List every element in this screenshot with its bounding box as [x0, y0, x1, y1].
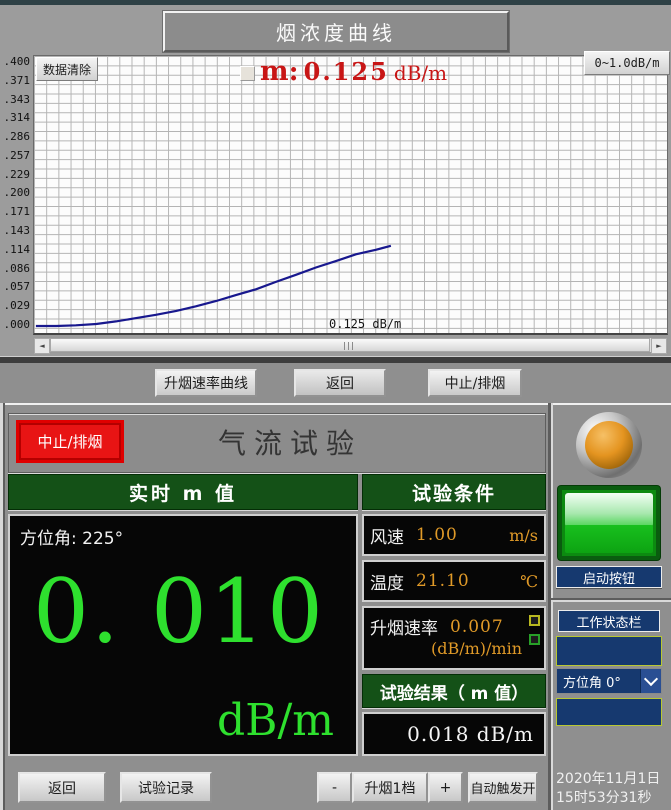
y-tick-label: .229 — [0, 168, 30, 182]
temperature-unit: ℃ — [520, 572, 538, 591]
start-button-base — [565, 525, 653, 553]
chart-title: 烟浓度曲线 — [163, 11, 509, 52]
result-box: 0.018 dB/m — [362, 712, 546, 756]
legend-chip-icon — [240, 66, 255, 81]
y-tick-label: .086 — [0, 262, 30, 276]
conditions-header: 试验条件 — [362, 474, 546, 510]
chart-plot-area: 0.125 dB/m — [33, 55, 668, 335]
y-tick-label: .200 — [0, 186, 30, 200]
return-button-top[interactable]: 返回 — [294, 369, 386, 397]
y-tick-label: .343 — [0, 93, 30, 107]
return-button-bottom[interactable]: 返回 — [18, 772, 106, 803]
status-lamp-icon — [585, 421, 633, 469]
start-button[interactable] — [558, 486, 660, 560]
start-button-gloss — [565, 493, 653, 527]
chevron-down-icon[interactable] — [640, 669, 661, 693]
wind-speed-unit: m/s — [509, 526, 538, 545]
m-unit: dB/m — [394, 61, 447, 85]
y-tick-label: .371 — [0, 74, 30, 88]
current-m-readout: m: 0.125 dB/m — [260, 56, 447, 87]
indicator-square-yellow-icon — [529, 615, 540, 626]
y-tick-label: .314 — [0, 111, 30, 125]
status-bar-label: 工作状态栏 — [558, 610, 660, 632]
y-tick-label: .057 — [0, 280, 30, 294]
time-text: 15时53分31秒 — [556, 789, 668, 808]
status-lamp-ring — [576, 412, 642, 478]
rise-rate-label: 升烟速率 — [370, 614, 438, 639]
realtime-m-header: 实时 m 值 — [8, 474, 358, 510]
curve-annotation: 0.125 dB/m — [329, 317, 401, 331]
y-tick-label: .400 — [0, 55, 30, 69]
status-box-1 — [556, 636, 662, 666]
y-tick-label: .114 — [0, 243, 30, 257]
y-tick-label: .029 — [0, 299, 30, 313]
panel-divider — [0, 356, 671, 363]
smoke-level-button[interactable]: 升烟1档 — [352, 772, 428, 803]
temperature-label: 温度 — [370, 569, 404, 594]
azimuth-dropdown[interactable]: 方位角 0° — [556, 668, 662, 694]
indicator-square-green-icon — [529, 634, 540, 645]
m-curve — [34, 56, 669, 336]
azimuth-dropdown-value: 方位角 0° — [557, 672, 640, 691]
abort-exhaust-button[interactable]: 中止/排烟 — [16, 420, 124, 463]
rise-rate-curve-button[interactable]: 升烟速率曲线 — [155, 369, 257, 397]
auto-trigger-button[interactable]: 自动触发开 — [468, 772, 538, 803]
m-value: 0.125 — [304, 57, 389, 86]
result-header: 试验结果（ m 值） — [362, 674, 546, 708]
status-box-2 — [556, 698, 662, 726]
scroll-right-icon[interactable]: ► — [651, 338, 667, 354]
date-text: 2020年11月1日 — [556, 770, 668, 789]
wind-speed-value: 1.00 — [416, 525, 458, 545]
y-tick-label: .286 — [0, 130, 30, 144]
m-value-unit: dB/m — [217, 695, 334, 746]
vertical-divider — [548, 403, 553, 810]
temperature-value: 21.10 — [416, 571, 470, 591]
chart-title-label: 烟浓度曲线 — [276, 17, 396, 46]
temperature-box: 温度 21.10 ℃ — [362, 560, 546, 602]
result-value: 0.018 dB/m — [364, 714, 544, 754]
y-tick-label: .143 — [0, 224, 30, 238]
clear-data-button[interactable]: 数据清除 — [36, 57, 98, 81]
increase-button[interactable]: + — [428, 772, 463, 803]
y-tick-label: .000 — [0, 318, 30, 332]
y-tick-label: .257 — [0, 149, 30, 163]
rise-rate-value: 0.007 — [450, 617, 504, 637]
chart-scrollbar[interactable]: ◄ ► — [33, 337, 668, 353]
start-button-label: 启动按钮 — [556, 566, 662, 588]
abort-exhaust-button-top[interactable]: 中止/排烟 — [428, 369, 522, 397]
panel-left-edge — [0, 403, 5, 810]
wind-speed-box: 风速 1.00 m/s — [362, 514, 546, 556]
wind-speed-label: 风速 — [370, 523, 404, 548]
rise-rate-box: 升烟速率 0.007 (dB/m)/min — [362, 606, 546, 670]
decrease-button[interactable]: - — [317, 772, 352, 803]
rise-rate-unit: (dB/m)/min — [364, 639, 544, 658]
horizontal-groove — [551, 598, 671, 602]
scrollbar-grip-icon — [344, 342, 356, 350]
scroll-left-icon[interactable]: ◄ — [34, 338, 50, 354]
azimuth-readout: 方位角: 225° — [20, 524, 123, 549]
m-value-display: 0. 010 — [14, 564, 344, 661]
y-tick-label: .171 — [0, 205, 30, 219]
range-label: 0~1.0dB/m — [584, 51, 670, 75]
test-record-button[interactable]: 试验记录 — [120, 772, 212, 803]
m-prefix: m: — [260, 56, 299, 87]
flow-test-title: 气流试验 — [140, 421, 440, 463]
scrollbar-thumb[interactable] — [50, 338, 650, 352]
realtime-display: 方位角: 225° 0. 010 dB/m — [8, 514, 358, 756]
datetime-display: 2020年11月1日 15时53分31秒 — [556, 770, 668, 808]
app-window: 烟浓度曲线 0.125 dB/m .400 .371 .343 .314 .286 .25… — [0, 0, 671, 810]
